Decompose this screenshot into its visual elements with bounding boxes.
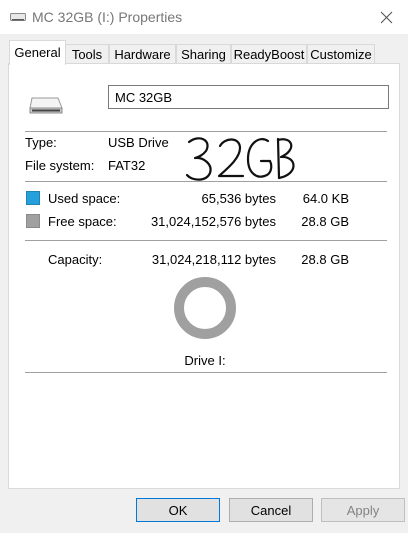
- title-bar: MC 32GB (I:) Properties: [0, 0, 408, 34]
- usb-drive-icon: [10, 13, 26, 21]
- separator: [25, 372, 387, 373]
- tab-hardware[interactable]: Hardware: [109, 44, 176, 63]
- used-space-size: 64.0 KB: [302, 191, 349, 206]
- apply-button[interactable]: Apply: [321, 498, 405, 522]
- tab-customize[interactable]: Customize: [307, 44, 375, 63]
- type-value: USB Drive: [108, 135, 169, 150]
- free-space-bytes: 31,024,152,576 bytes: [150, 214, 276, 229]
- capacity-bytes: 31,024,218,112 bytes: [151, 252, 276, 267]
- general-panel: Type: USB Drive File system: FAT32 Used …: [8, 63, 400, 489]
- separator: [25, 131, 387, 132]
- handwritten-annotation: [185, 137, 295, 181]
- close-icon: [380, 11, 392, 23]
- free-space-ring: [174, 277, 236, 339]
- close-button[interactable]: [364, 0, 408, 34]
- capacity-size: 28.8 GB: [301, 252, 349, 267]
- tab-general[interactable]: General: [9, 40, 66, 65]
- drive-icon: [29, 97, 63, 114]
- used-space-bytes: 65,536 bytes: [201, 191, 276, 206]
- drive-letter-label: Drive I:: [184, 353, 226, 368]
- window-title: MC 32GB (I:) Properties: [32, 9, 183, 25]
- separator: [25, 240, 387, 241]
- file-system-label: File system:: [25, 158, 95, 173]
- free-space-size: 28.8 GB: [301, 214, 349, 229]
- tab-sharing[interactable]: Sharing: [176, 44, 231, 63]
- cancel-button[interactable]: Cancel: [229, 498, 313, 522]
- file-system-value: FAT32: [108, 158, 146, 173]
- used-space-label: Used space:: [48, 191, 121, 206]
- tab-readyboost[interactable]: ReadyBoost: [231, 44, 307, 63]
- volume-name-input[interactable]: [108, 85, 389, 109]
- usage-donut-chart: [174, 277, 236, 339]
- free-space-label: Free space:: [48, 214, 117, 229]
- type-label: Type:: [25, 135, 57, 150]
- separator: [25, 181, 387, 182]
- tab-tools[interactable]: Tools: [65, 44, 109, 63]
- capacity-label: Capacity:: [48, 252, 103, 267]
- used-space-swatch: [26, 191, 40, 205]
- ok-button[interactable]: OK: [136, 498, 220, 522]
- tab-strip: General Tools Hardware Sharing ReadyBoos…: [8, 40, 400, 65]
- free-space-swatch: [26, 214, 40, 228]
